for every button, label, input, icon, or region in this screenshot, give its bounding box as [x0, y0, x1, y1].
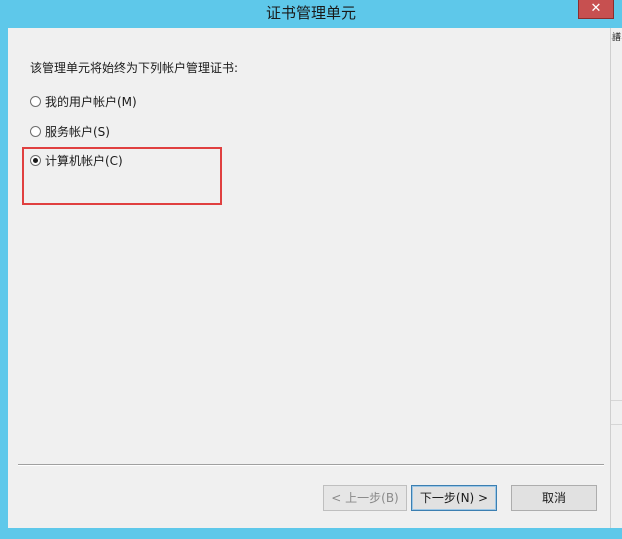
close-icon: ✕ — [590, 1, 602, 16]
radio-label: 我的用户帐户(M) — [45, 94, 137, 109]
background-divider — [611, 400, 622, 401]
certificate-snapin-window: 证书管理单元 ✕ 譜 该管理单元将始终为下列帐户管理证书: 我的用户帐户(M) … — [0, 0, 622, 539]
background-window-text: 譜 — [612, 33, 622, 43]
back-button[interactable]: < 上一步(B) — [323, 485, 407, 511]
background-divider — [611, 424, 622, 425]
highlight-annotation — [22, 147, 222, 205]
radio-label: 服务帐户(S) — [45, 124, 110, 139]
radio-option-my-user-account[interactable]: 我的用户帐户(M) — [30, 92, 137, 110]
footer-separator — [18, 464, 604, 466]
window-title: 证书管理单元 — [265, 4, 356, 22]
background-window-edge — [610, 28, 622, 539]
dialog-body: 该管理单元将始终为下列帐户管理证书: 我的用户帐户(M) 服务帐户(S) 计算机… — [8, 28, 610, 528]
cancel-button[interactable]: 取消 — [511, 485, 597, 511]
close-button[interactable]: ✕ — [578, 0, 614, 19]
next-button[interactable]: 下一步(N) > — [411, 485, 497, 511]
title-bar[interactable]: 证书管理单元 ✕ — [0, 0, 622, 28]
radio-icon[interactable] — [30, 125, 41, 137]
radio-option-service-account[interactable]: 服务帐户(S) — [30, 122, 110, 140]
radio-icon[interactable] — [30, 95, 41, 107]
instruction-text: 该管理单元将始终为下列帐户管理证书: — [30, 61, 239, 75]
window-bottom-border — [0, 528, 622, 539]
